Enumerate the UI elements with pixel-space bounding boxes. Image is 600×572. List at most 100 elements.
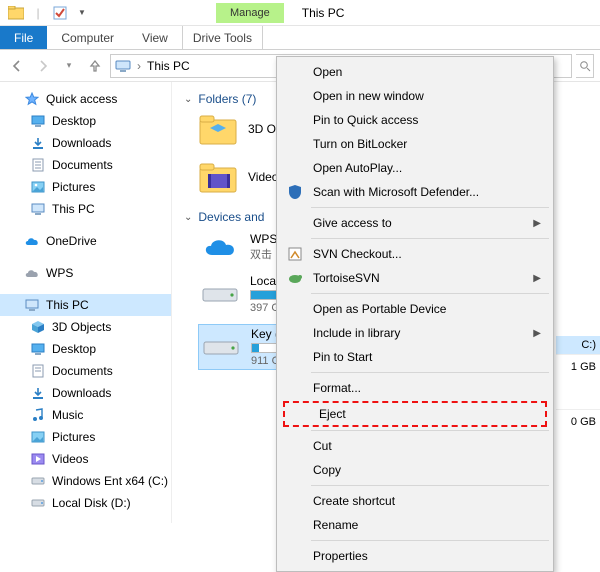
- ctx-eject[interactable]: Eject: [285, 403, 545, 425]
- search-icon: [579, 60, 591, 72]
- drive-icon: [30, 473, 46, 489]
- ribbon-tab-view[interactable]: View: [128, 26, 182, 49]
- navigation-pane: Quick access Desktop Downloads Documents…: [0, 82, 172, 523]
- chevron-right-icon: ▶: [533, 273, 541, 284]
- section-title: Folders (7): [198, 92, 256, 106]
- nav-documents[interactable]: Documents: [0, 154, 171, 176]
- context-menu: Open Open in new window Pin to Quick acc…: [276, 56, 554, 572]
- nav-label: This PC: [46, 298, 89, 312]
- qat-icon-properties[interactable]: [50, 3, 70, 23]
- nav-this-pc-pin[interactable]: This PC: [0, 198, 171, 220]
- window-title: This PC: [302, 6, 345, 20]
- ctx-open-new-window[interactable]: Open in new window: [279, 84, 551, 108]
- nav-label: Music: [52, 408, 83, 422]
- nav-downloads[interactable]: Downloads: [0, 132, 171, 154]
- ctx-eject-highlight: Eject: [283, 401, 547, 427]
- download-icon: [30, 385, 46, 401]
- nav-pc-desktop[interactable]: Desktop: [0, 338, 171, 360]
- nav-recent-dropdown[interactable]: ▾: [58, 55, 80, 77]
- nav-pc-videos[interactable]: Videos: [0, 448, 171, 470]
- ctx-bitlocker[interactable]: Turn on BitLocker: [279, 132, 551, 156]
- ctx-rename[interactable]: Rename: [279, 513, 551, 537]
- nav-pc-downloads[interactable]: Downloads: [0, 382, 171, 404]
- chevron-right-icon: ▶: [533, 218, 541, 229]
- device-sub: 双击: [250, 246, 277, 262]
- chevron-down-icon: ⌄: [184, 94, 192, 105]
- ctx-portable-device[interactable]: Open as Portable Device: [279, 297, 551, 321]
- nav-desktop[interactable]: Desktop: [0, 110, 171, 132]
- titlebar: | ▼ Manage This PC: [0, 0, 600, 26]
- music-icon: [30, 407, 46, 423]
- nav-label: OneDrive: [46, 234, 97, 248]
- qat-dropdown[interactable]: ▼: [72, 3, 92, 23]
- folder-icon: [198, 160, 238, 194]
- ribbon-tab-file[interactable]: File: [0, 26, 47, 49]
- folder-label: 3D O: [248, 122, 276, 136]
- nav-label: Pictures: [52, 430, 95, 444]
- nav-pc-drive-d[interactable]: Local Disk (D:): [0, 492, 171, 514]
- ctx-separator: [311, 238, 549, 239]
- nav-label: Windows Ent x64 (C:): [52, 474, 168, 488]
- picture-icon: [30, 429, 46, 445]
- nav-pc-pictures[interactable]: Pictures: [0, 426, 171, 448]
- nav-pc-music[interactable]: Music: [0, 404, 171, 426]
- this-pc-icon: [115, 60, 131, 72]
- tortoise-icon: [286, 269, 304, 287]
- document-icon: [30, 157, 46, 173]
- nav-forward-button[interactable]: [32, 55, 54, 77]
- qat-icon-explorer[interactable]: [6, 3, 26, 23]
- quick-access-toolbar: | ▼: [0, 3, 98, 23]
- ctx-separator: [311, 293, 549, 294]
- ctx-properties[interactable]: Properties: [279, 544, 551, 568]
- nav-up-button[interactable]: [84, 55, 106, 77]
- ctx-separator: [311, 372, 549, 373]
- nav-wps[interactable]: WPS: [0, 262, 171, 284]
- right-clipped-column: C:) 1 GB 0 GB: [556, 336, 600, 434]
- device-name: WPS: [250, 232, 277, 246]
- ribbon-tab-computer[interactable]: Computer: [47, 26, 128, 49]
- chevron-down-icon: ⌄: [184, 212, 192, 223]
- nav-onedrive[interactable]: OneDrive: [0, 230, 171, 252]
- section-title: Devices and: [198, 210, 264, 224]
- qat-divider: |: [28, 3, 48, 23]
- nav-this-pc[interactable]: This PC: [0, 294, 171, 316]
- address-chevron: ›: [137, 59, 141, 73]
- chevron-right-icon: ▶: [533, 328, 541, 339]
- ctx-pin-start[interactable]: Pin to Start: [279, 345, 551, 369]
- nav-pictures[interactable]: Pictures: [0, 176, 171, 198]
- ribbon-tab-drive-tools[interactable]: Drive Tools: [182, 26, 263, 49]
- pc-icon: [30, 201, 46, 217]
- nav-label: 3D Objects: [52, 320, 111, 334]
- ctx-defender[interactable]: Scan with Microsoft Defender...: [279, 180, 551, 204]
- pc-icon: [24, 297, 40, 313]
- ctx-separator: [311, 207, 549, 208]
- cloud-icon: [200, 232, 240, 262]
- ctx-cut[interactable]: Cut: [279, 434, 551, 458]
- nav-pc-drive-c[interactable]: Windows Ent x64 (C:): [0, 470, 171, 492]
- ctx-separator: [311, 485, 549, 486]
- ctx-include-library[interactable]: Include in library▶: [279, 321, 551, 345]
- nav-pc-documents[interactable]: Documents: [0, 360, 171, 382]
- nav-label: Local Disk (D:): [52, 496, 131, 510]
- ctx-create-shortcut[interactable]: Create shortcut: [279, 489, 551, 513]
- address-location: This PC: [147, 59, 190, 73]
- ctx-format[interactable]: Format...: [279, 376, 551, 400]
- 3d-icon: [30, 319, 46, 335]
- picture-icon: [30, 179, 46, 195]
- nav-3d-objects[interactable]: 3D Objects: [0, 316, 171, 338]
- ctx-pin-quick-access[interactable]: Pin to Quick access: [279, 108, 551, 132]
- nav-label: Quick access: [46, 92, 117, 106]
- desktop-icon: [30, 113, 46, 129]
- tab-manage[interactable]: Manage: [216, 3, 284, 23]
- ctx-svn-checkout[interactable]: SVN Checkout...: [279, 242, 551, 266]
- ctx-tortoisesvn[interactable]: TortoiseSVN▶: [279, 266, 551, 290]
- ctx-copy[interactable]: Copy: [279, 458, 551, 482]
- ctx-autoplay[interactable]: Open AutoPlay...: [279, 156, 551, 180]
- clipped-drive-label: C:): [556, 336, 600, 354]
- ctx-give-access[interactable]: Give access to▶: [279, 211, 551, 235]
- nav-quick-access[interactable]: Quick access: [0, 88, 171, 110]
- search-box[interactable]: [576, 54, 594, 78]
- nav-back-button[interactable]: [6, 55, 28, 77]
- ctx-open[interactable]: Open: [279, 60, 551, 84]
- nav-label: Desktop: [52, 342, 96, 356]
